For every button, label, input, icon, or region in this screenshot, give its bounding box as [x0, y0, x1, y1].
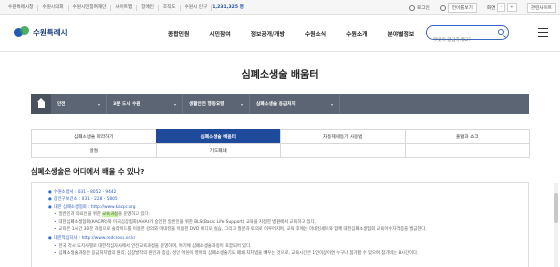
zoom-control: 화면 - + [487, 3, 517, 12]
list-item-text: 심폐소생술과정은 응급처치법의 원리, 심장발작의 원인과 증상, 성인 어린이… [58, 251, 419, 257]
logo-mark-icon [14, 26, 30, 38]
scrollbar-thumb[interactable] [554, 193, 558, 223]
utility-link-org-chart[interactable]: 조직도 [159, 4, 181, 11]
tab-bleeding-shock[interactable]: 출혈과 쇼크 [404, 129, 530, 144]
tab-empty [280, 143, 406, 158]
bullet-icon: • [54, 212, 57, 218]
utility-right: 로그인 언어를보기 화면 - + 관련사이트 [399, 0, 556, 15]
login-label: 로그인 [417, 5, 430, 11]
tab-airway-obstruction[interactable]: 기도폐쇄 [155, 143, 281, 158]
content-tabs: 심폐소생술 따라하기 심폐소생술 배움터 자동제세동기 사용법 출혈과 쇼크 골… [31, 129, 530, 158]
tab-row: 골절 기도폐쇄 [31, 143, 530, 158]
nav-item-about[interactable]: 수원소개 [346, 29, 367, 38]
list-item-text: 대한심폐소생협회(KACPR)와 미국심장협회(AHA)가 승인한 일반인을 위… [58, 219, 316, 225]
breadcrumb-item-cpr-first-aid[interactable]: 심폐소생술 응급처치 ▾ [250, 94, 340, 114]
breadcrumb: 안전 ▾ 3분 도시 수원 ▾ 생활안전 행동요령 ▾ 심폐소생술 응급처치 ▾ [31, 94, 529, 114]
zoom-label: 화면 [486, 5, 496, 11]
tab-empty [404, 143, 530, 158]
tab-cpr-follow-along[interactable]: 심폐소생술 따라하기 [31, 129, 157, 144]
chevron-down-icon: ▾ [330, 101, 333, 107]
bullet-icon: ● [48, 190, 52, 195]
breadcrumb-label: 3분 도시 수원 [113, 102, 141, 107]
nav-item-participation[interactable]: 시민참여 [209, 29, 230, 38]
section-title: 심폐소생술은 어디에서 배울 수 있나? [31, 167, 145, 176]
utility-link-foundation[interactable]: 수원시민참여재단 [69, 4, 112, 11]
related-sites-label: 관련사이트 [526, 2, 556, 13]
list-item: ● 대한 심폐소생협회 : http://www.kacpr.org [48, 204, 528, 211]
list-item-text: 수원소방서 : 031 - 8052 - 9442 [53, 190, 117, 195]
bullet-icon: ● [48, 236, 52, 242]
login-link[interactable]: 로그인 [409, 4, 430, 11]
list-item: ● 장안구보건소 : 031 - 228 - 5805 [48, 196, 528, 203]
breadcrumb-label: 심폐소생술 응급처치 [256, 102, 296, 107]
breadcrumb-item-3min-city[interactable]: 3분 도시 수원 ▾ [107, 94, 183, 114]
search-input[interactable] [427, 34, 499, 47]
menu-icon[interactable] [538, 28, 548, 37]
bullet-icon: • [54, 219, 57, 225]
nav-item-civil-service[interactable]: 종합민원 [168, 29, 189, 38]
tab-aed-usage[interactable]: 자동제세동기 사용법 [280, 129, 406, 144]
list-item: • 교육은 1시간 30분 과정으로 슬라이드를 이용한 강의와 마네킹을 이용한… [48, 226, 528, 233]
breadcrumb-label: 생활안전 행동요령 [189, 102, 225, 107]
breadcrumb-label: 안전 [57, 102, 66, 107]
tab-cpr-learning-place[interactable]: 심폐소생술 배움터 [155, 129, 281, 144]
site-logo[interactable]: 수원특례시 [14, 26, 68, 38]
bullet-icon: • [54, 243, 57, 249]
list-item-link[interactable]: 대한적십자사 : http://www.redcross.or.kr [54, 236, 136, 241]
bullet-icon: • [54, 227, 57, 233]
utility-link-city-hall[interactable]: 수원특례시청 [4, 4, 39, 11]
utility-bar: 수원특례시청 수원시의회 수원시민참여재단 사이트맵 장애인 조직도 수원시 인… [0, 0, 560, 15]
bullet-icon: ● [48, 197, 52, 203]
zoom-out-button[interactable]: - [497, 3, 505, 12]
list-item-text: 장안구보건소 : 031 - 228 - 5805 [53, 197, 118, 203]
globe-icon [439, 4, 446, 11]
utility-link-council[interactable]: 수원시의회 [38, 4, 69, 11]
zoom-in-button[interactable]: + [507, 3, 517, 12]
bullet-icon: • [54, 251, 57, 257]
utility-link-sitemap[interactable]: 사이트맵 [111, 4, 138, 11]
tab-row: 심폐소생술 따라하기 심폐소생술 배움터 자동제세동기 사용법 출혈과 쇼크 [31, 129, 530, 144]
list-item: • 일반인과 의료인을 위한 교육과정을 운영하고 있다. [48, 211, 528, 218]
chevron-down-icon: ▾ [97, 101, 100, 107]
list-item: • 한국 각시 도지사별로 대한적십자사에서 안전교육과정을 운영하며, 여기에 … [48, 243, 528, 250]
home-button[interactable] [31, 94, 51, 114]
related-sites-selector[interactable]: 관련사이트 [526, 2, 556, 13]
population-label: 수원시 인구 [181, 4, 213, 11]
search-icon[interactable] [498, 29, 504, 35]
logo-text: 수원특례시 [33, 27, 68, 37]
breadcrumb-item-safety[interactable]: 안전 ▾ [51, 94, 107, 114]
tab-fracture[interactable]: 골절 [31, 143, 157, 158]
nav-item-info-disclosure[interactable]: 정보공개/개방 [251, 29, 285, 38]
page-title: 심폐소생술 배움터 [241, 70, 319, 81]
list-item-text: 한국 각시 도지사별로 대한적십자사에서 안전교육과정을 운영하며, 여기에 심… [58, 243, 252, 249]
utility-link-accessibility[interactable]: 장애인 [137, 4, 159, 11]
list-item: • 심폐소생술과정은 응급처치법의 원리, 심장발작의 원인과 증상, 성인 어린… [48, 250, 528, 257]
chevron-down-icon: ▾ [173, 101, 176, 107]
list-item: • 대한심폐소생협회(KACPR)와 미국심장협회(AHA)가 승인한 일반인을 … [48, 219, 528, 226]
list-item-text: 일반인과 의료인을 위한 교육과정을 운영하고 있다. [58, 212, 150, 218]
content-box: ● 수원소방서 : 031 - 8052 - 9442 ● 장안구보건소 : 031… [31, 182, 529, 267]
breadcrumb-item-safety-guide[interactable]: 생활안전 행동요령 ▾ [183, 94, 250, 114]
list-item-text: 교육은 1시간 30분 과정으로 슬라이드를 이용한 강의와 마네킹을 이용한 … [58, 227, 427, 233]
user-icon [409, 4, 416, 11]
nav-item-field-info[interactable]: 분야별정보 [388, 29, 415, 38]
search-box [426, 25, 509, 47]
chevron-down-icon: ▾ [240, 101, 243, 107]
language-selector[interactable]: 언어를보기 [439, 2, 477, 13]
list-item-link[interactable]: 대한 심폐소생협회 : http://www.kacpr.org [54, 205, 136, 210]
site-header: 수원특례시 종합민원 시민참여 정보공개/개방 수원소식 수원소개 분야별정보 [0, 15, 560, 52]
main-nav: 종합민원 시민참여 정보공개/개방 수원소식 수원소개 분야별정보 [168, 29, 434, 38]
language-label: 언어를보기 [447, 2, 477, 13]
list-item: ● 대한적십자사 : http://www.redcross.or.kr [48, 235, 528, 242]
nav-item-news[interactable]: 수원소식 [305, 29, 326, 38]
bullet-icon: ● [48, 204, 52, 210]
highlighted-text: 교육과정 [102, 212, 118, 218]
population-value: 1,231,325 명 [212, 4, 244, 10]
list-item: ● 수원소방서 : 031 - 8052 - 9442 [48, 189, 528, 196]
utility-links: 수원특례시청 수원시의회 수원시민참여재단 사이트맵 장애인 조직도 수원시 인… [4, 0, 248, 15]
home-icon [36, 98, 45, 108]
page-scrollbar[interactable] [554, 183, 558, 267]
